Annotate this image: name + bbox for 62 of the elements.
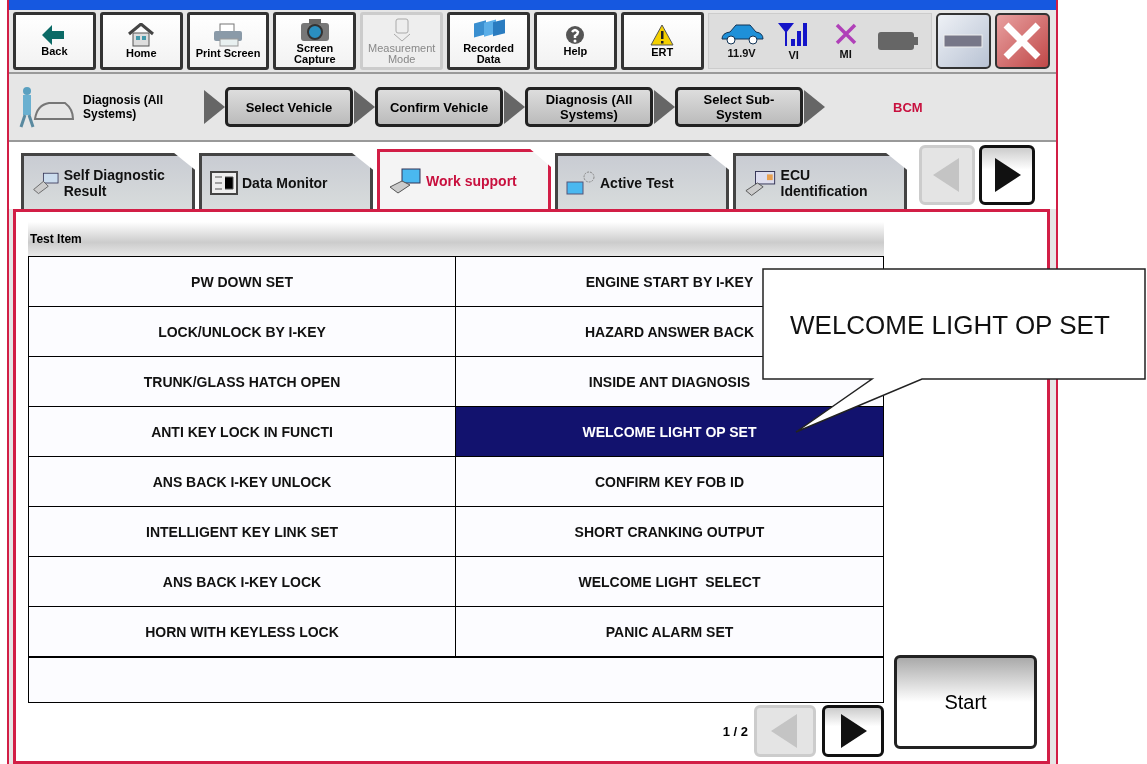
current-system: BCM	[893, 99, 923, 115]
status-label: MI	[839, 48, 852, 60]
close-icon	[1003, 22, 1042, 60]
monitor-icon	[210, 170, 238, 195]
toolbar-button[interactable]: Help	[533, 12, 617, 70]
multimeter-icon	[391, 17, 412, 42]
start-button[interactable]: Start	[894, 655, 1037, 749]
tab[interactable]: ECU Identification	[733, 153, 907, 209]
toolbar-button[interactable]: Screen Capture	[273, 12, 357, 70]
tab[interactable]: Data Monitor	[199, 153, 373, 209]
test-item[interactable]: TRUNK/GLASS HATCH OPEN	[29, 357, 456, 407]
left-triangle-icon	[933, 158, 961, 192]
tab[interactable]: Work support	[377, 149, 551, 209]
status-label: VI	[788, 49, 799, 61]
close-button[interactable]	[994, 13, 1051, 69]
status-label: 11.9V	[727, 47, 756, 59]
active-test-icon	[566, 169, 596, 196]
breadcrumb-title: Diagnosis (All Systems)	[83, 93, 164, 121]
step-arrow-icon	[803, 90, 825, 124]
car-icon	[719, 23, 764, 45]
help-icon	[565, 25, 586, 45]
test-item[interactable]: LOCK/UNLOCK BY I-KEY	[29, 307, 456, 357]
laptop-icon	[388, 166, 422, 195]
toolbar-button[interactable]: Print Screen	[186, 12, 270, 70]
table-header: Test Item	[28, 222, 884, 256]
toolbar-button[interactable]: Back	[13, 12, 96, 70]
step-arrow-icon	[653, 90, 675, 124]
test-item[interactable]: ANTI KEY LOCK IN FUNCTI	[29, 407, 456, 457]
minimize-button[interactable]	[935, 13, 991, 69]
test-item[interactable]: ANS BACK I-KEY UNLOCK	[29, 457, 456, 507]
test-item[interactable]: INTELLIGENT KEY LINK SET	[29, 507, 456, 557]
test-item[interactable]: WELCOME LIGHT OP SET	[456, 407, 883, 457]
left-triangle-icon	[771, 714, 799, 748]
breadcrumb-step[interactable]: Select Sub-System	[675, 87, 803, 127]
right-triangle-icon	[993, 158, 1021, 192]
toolbar-button[interactable]: Home	[99, 12, 183, 70]
printer-icon	[212, 23, 245, 47]
page-indicator: 1 / 2	[722, 723, 748, 739]
ecu-icon	[744, 168, 777, 197]
right-triangle-icon	[839, 714, 867, 748]
camera-icon	[299, 17, 330, 42]
breadcrumb-step[interactable]: Select Vehicle	[225, 87, 353, 127]
test-item[interactable]: ANS BACK I-KEY LOCK	[29, 557, 456, 607]
warning-icon	[650, 24, 675, 46]
house-icon	[128, 23, 155, 47]
toolbar-button[interactable]: Recorded Data	[447, 12, 530, 70]
breadcrumb-step[interactable]: Confirm Vehicle	[375, 87, 503, 127]
left-arrow-icon	[42, 25, 67, 45]
toolbar-button[interactable]: ERT	[620, 12, 704, 70]
tab[interactable]: Active Test	[555, 153, 729, 209]
next-tab-button[interactable]	[979, 145, 1035, 205]
step-arrow-icon	[203, 90, 225, 124]
tab[interactable]: Self Diagnostic Result	[21, 153, 195, 209]
step-arrow-icon	[353, 90, 375, 124]
test-item[interactable]: PW DOWN SET	[29, 257, 456, 307]
breadcrumb-step[interactable]: Diagnosis (All Systems)	[525, 87, 653, 127]
step-arrow-icon	[503, 90, 525, 124]
test-item[interactable]: HORN WITH KEYLESS LOCK	[29, 607, 456, 657]
next-page-button[interactable]	[822, 705, 884, 757]
cross-icon	[833, 22, 858, 46]
minimize-icon	[943, 34, 984, 48]
battery-icon	[877, 30, 918, 52]
